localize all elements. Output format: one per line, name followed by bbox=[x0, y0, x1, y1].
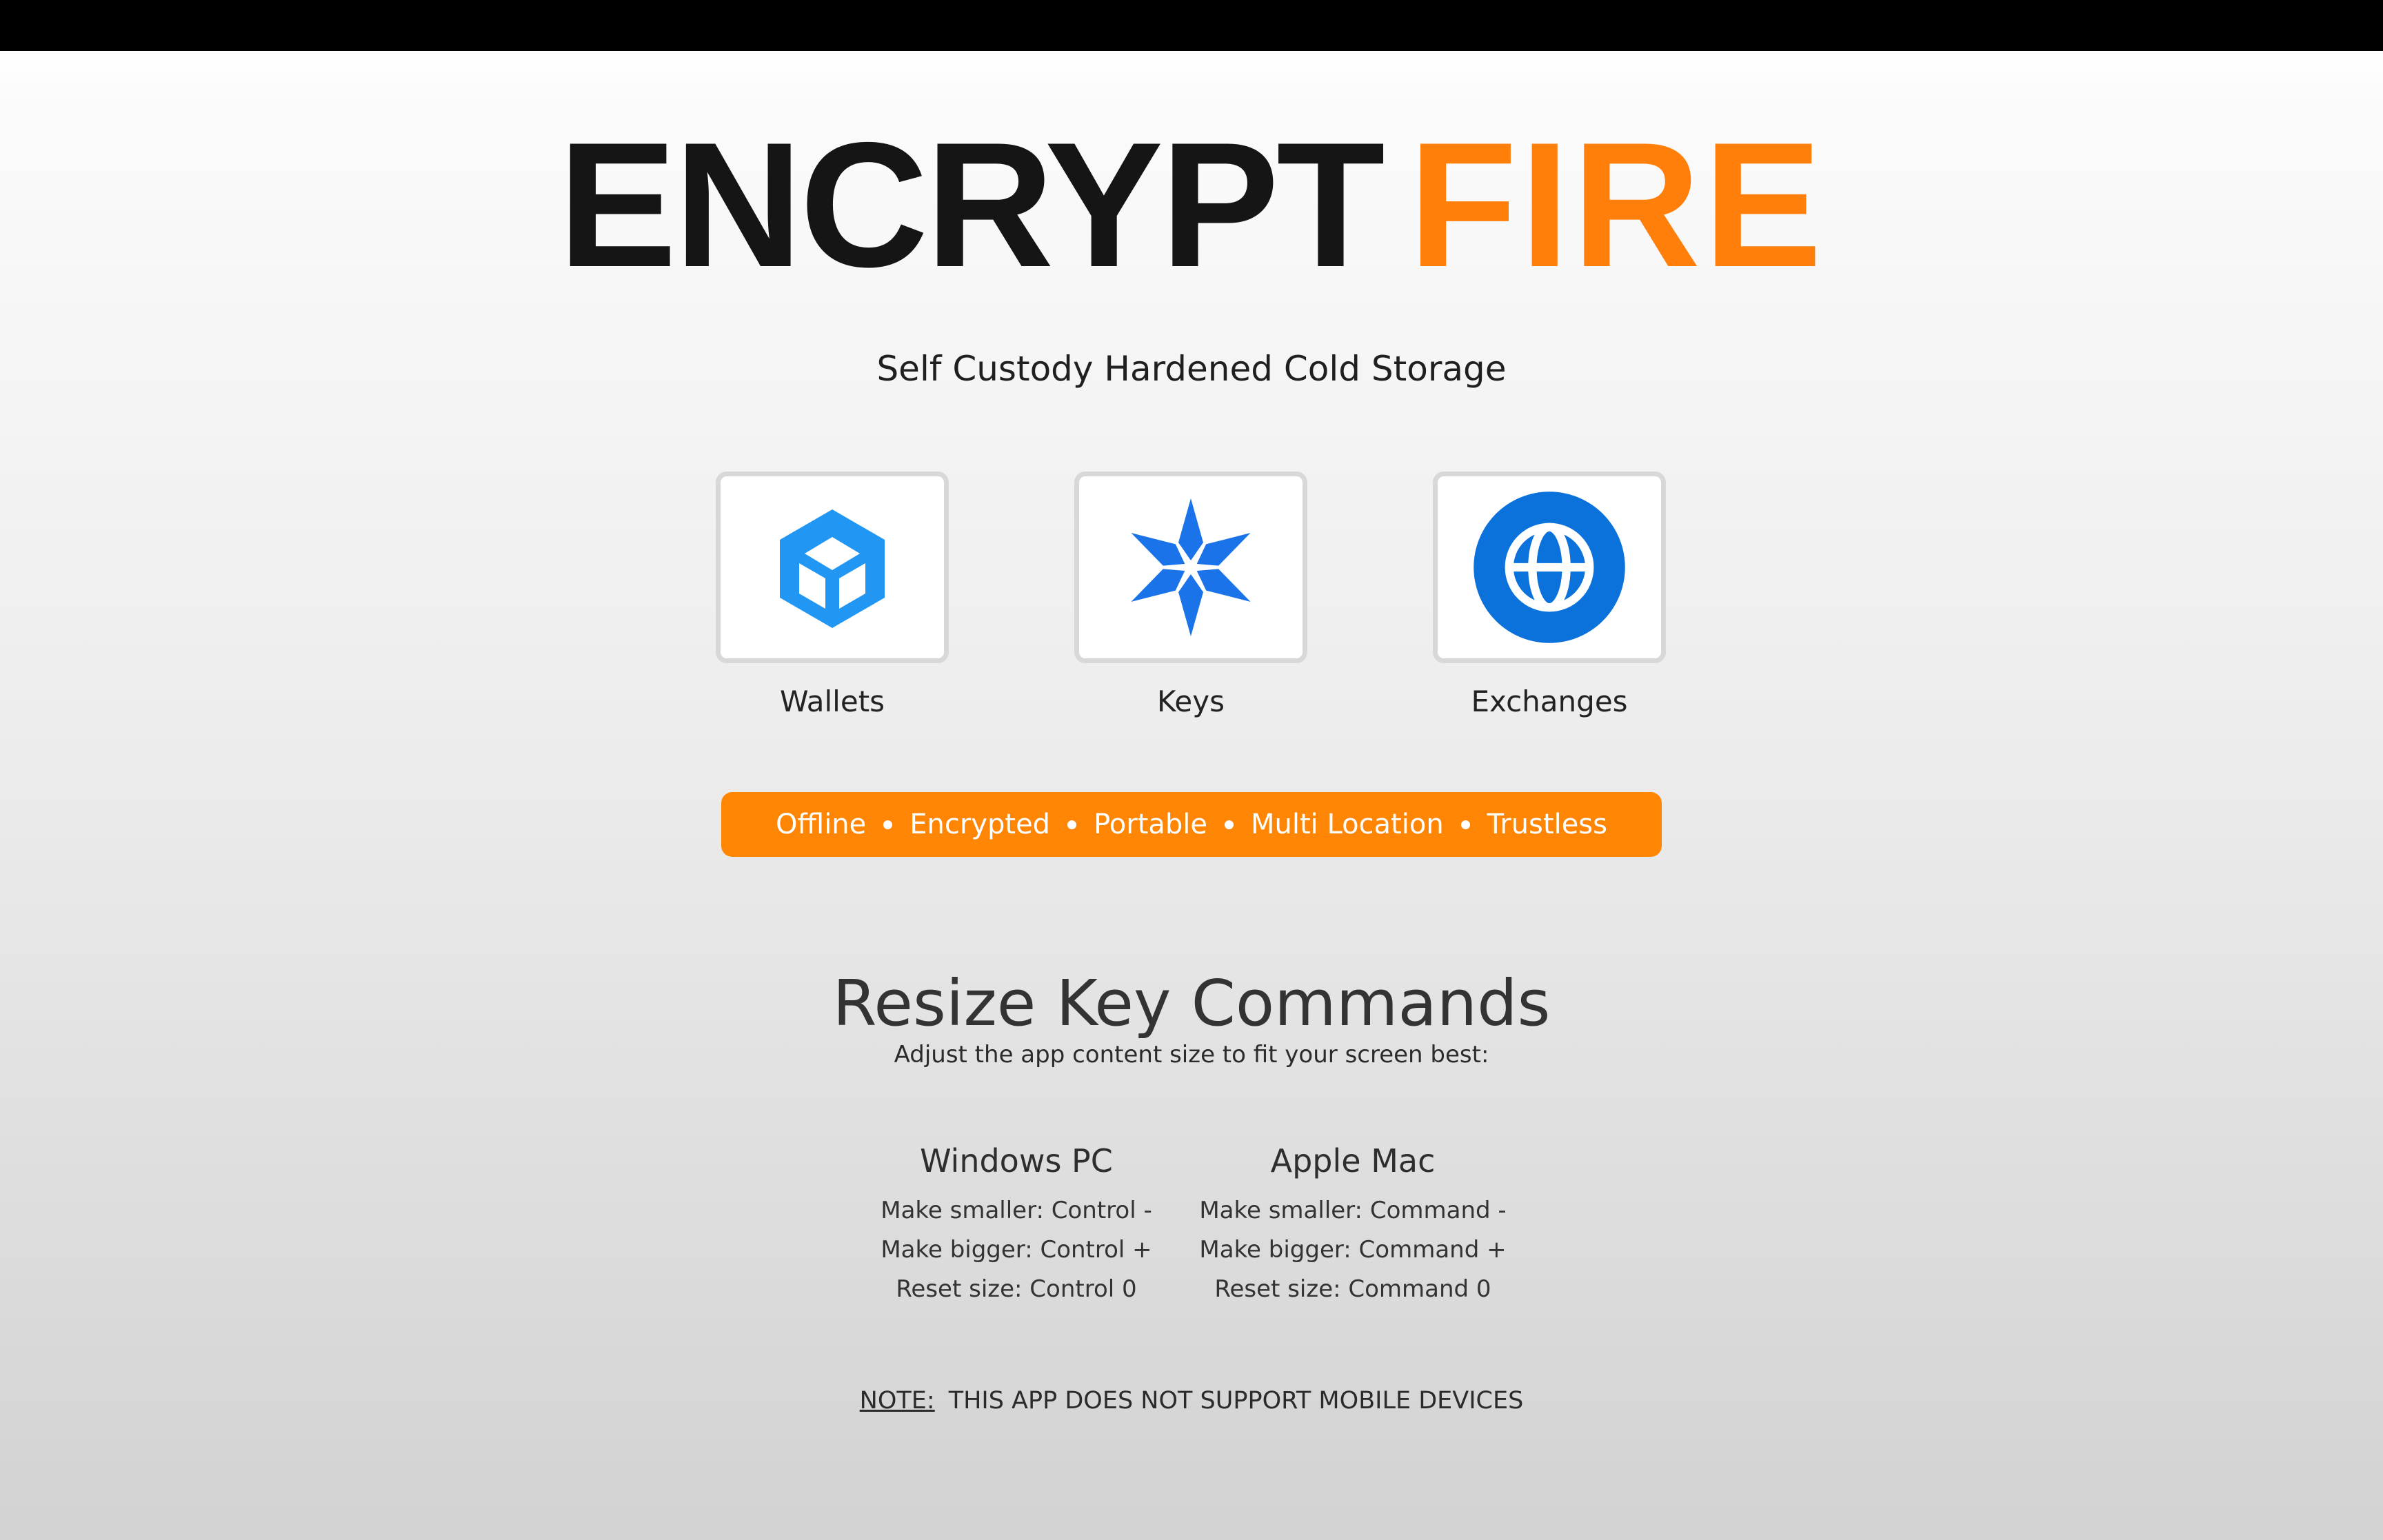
resize-commands-title: Resize Key Commands bbox=[832, 966, 1551, 1040]
bullet-separator bbox=[1460, 820, 1470, 829]
windows-bigger-line: Make bigger: Control + bbox=[881, 1236, 1152, 1264]
features-banner: Offline Encrypted Portable Multi Locatio… bbox=[721, 792, 1662, 857]
feature-trustless: Trustless bbox=[1487, 809, 1607, 840]
feature-encrypted: Encrypted bbox=[909, 809, 1051, 840]
tile-label-keys: Keys bbox=[1156, 685, 1225, 718]
bullet-separator bbox=[1225, 820, 1234, 829]
window-top-bar bbox=[0, 0, 2383, 51]
mac-bigger-line: Make bigger: Command + bbox=[1199, 1236, 1507, 1264]
snowflake-icon bbox=[1131, 498, 1251, 636]
mac-commands: Apple Mac Make smaller: Command - Make b… bbox=[1187, 1139, 1518, 1309]
tile-label-exchanges: Exchanges bbox=[1471, 685, 1628, 718]
note-text: THIS APP DOES NOT SUPPORT MOBILE DEVICES bbox=[948, 1387, 1524, 1415]
mobile-support-note: NOTE: THIS APP DOES NOT SUPPORT MOBILE DE… bbox=[0, 1381, 2383, 1420]
globe-icon bbox=[1474, 492, 1625, 643]
exchanges-tile[interactable] bbox=[1433, 472, 1666, 663]
bullet-separator bbox=[883, 820, 893, 829]
wallets-tile[interactable] bbox=[716, 472, 949, 663]
resize-commands-subtitle: Adjust the app content size to fit your … bbox=[894, 1041, 1489, 1068]
cube-icon bbox=[780, 509, 885, 628]
app-logo: ENCRYPT FIRE bbox=[0, 116, 2383, 294]
tagline: Self Custody Hardened Cold Storage bbox=[876, 349, 1507, 389]
mac-heading: Apple Mac bbox=[1270, 1142, 1436, 1179]
bullet-separator bbox=[1067, 820, 1077, 829]
windows-commands: Windows PC Make smaller: Control - Make … bbox=[851, 1139, 1182, 1309]
tile-label-wallets: Wallets bbox=[779, 685, 885, 718]
windows-heading: Windows PC bbox=[920, 1142, 1113, 1179]
mac-reset-line: Reset size: Command 0 bbox=[1214, 1275, 1491, 1303]
logo-text-accent: FIRE bbox=[1408, 105, 1825, 304]
mac-smaller-line: Make smaller: Command - bbox=[1199, 1197, 1507, 1224]
feature-offline: Offline bbox=[776, 809, 867, 840]
windows-smaller-line: Make smaller: Control - bbox=[881, 1197, 1152, 1224]
feature-multi-location: Multi Location bbox=[1251, 809, 1444, 840]
feature-portable: Portable bbox=[1094, 809, 1207, 840]
keys-tile[interactable] bbox=[1074, 472, 1307, 663]
logo-text-dark: ENCRYPT bbox=[558, 105, 1385, 304]
windows-reset-line: Reset size: Control 0 bbox=[896, 1275, 1137, 1303]
note-label: NOTE: bbox=[859, 1387, 935, 1415]
